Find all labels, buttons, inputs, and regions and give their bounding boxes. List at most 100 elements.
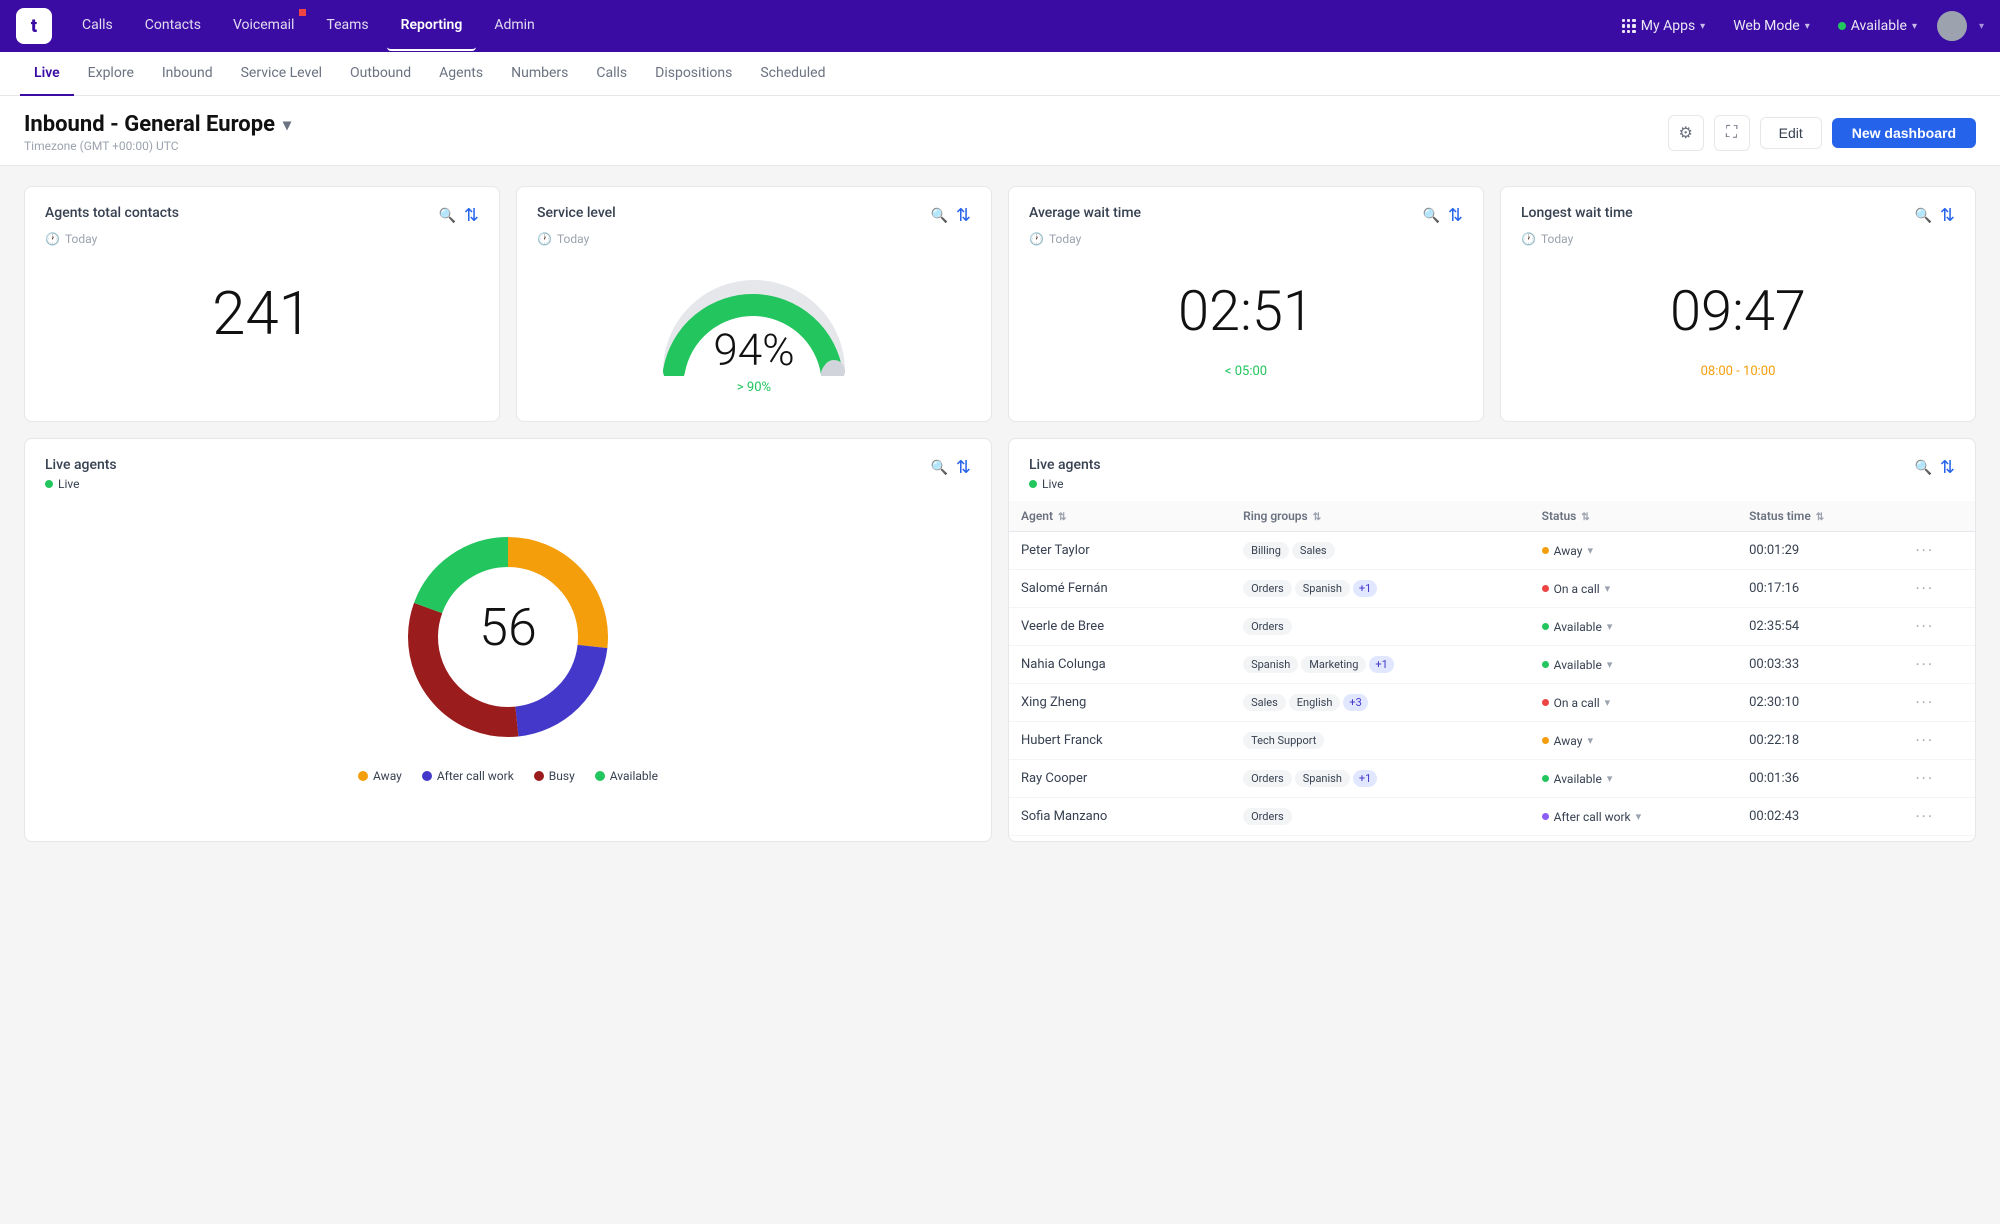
- service-level-card: Service level 🔍 ⇅ 🕐 Today: [516, 186, 992, 422]
- search-icon[interactable]: 🔍: [930, 208, 947, 224]
- status-cell[interactable]: On a call ▾: [1530, 570, 1737, 608]
- filter-icon[interactable]: ⇅: [464, 205, 479, 226]
- row-actions[interactable]: ···: [1904, 570, 1976, 608]
- status-pill[interactable]: After call work ▾: [1542, 810, 1725, 824]
- chevron-down-icon[interactable]: ▾: [1979, 21, 1984, 32]
- page-header: Inbound - General Europe ▾ Timezone (GMT…: [0, 96, 2000, 166]
- col-ring-groups[interactable]: Ring groups ⇅: [1231, 501, 1530, 532]
- nav-item-calls[interactable]: Calls: [68, 1, 127, 51]
- status-cell[interactable]: Available ▾: [1530, 608, 1737, 646]
- more-button[interactable]: ···: [1916, 541, 1935, 560]
- filter-icon[interactable]: ⇅: [956, 205, 971, 226]
- title-chevron-icon[interactable]: ▾: [283, 115, 291, 134]
- status-cell[interactable]: Away ▾: [1530, 722, 1737, 760]
- settings-button[interactable]: ⚙: [1668, 115, 1704, 151]
- nav-item-voicemail[interactable]: Voicemail: [219, 1, 308, 51]
- web-mode-button[interactable]: Web Mode ▾: [1725, 14, 1818, 38]
- table-scroll-area[interactable]: Agent ⇅ Ring groups ⇅ Status ⇅ Status ti…: [1009, 501, 1975, 841]
- subnav-calls[interactable]: Calls: [582, 52, 641, 96]
- filter-icon[interactable]: ⇅: [1448, 205, 1463, 226]
- chevron-down-icon[interactable]: ▾: [1607, 620, 1613, 633]
- live-dot: [1029, 480, 1037, 488]
- live-dot: [45, 480, 53, 488]
- chevron-down-icon[interactable]: ▾: [1607, 772, 1613, 785]
- legend-away: Away: [358, 769, 402, 783]
- search-icon[interactable]: 🔍: [1422, 208, 1439, 224]
- col-agent[interactable]: Agent ⇅: [1009, 501, 1231, 532]
- nav-item-reporting[interactable]: Reporting: [387, 1, 477, 51]
- edit-button[interactable]: Edit: [1760, 117, 1822, 149]
- col-status[interactable]: Status ⇅: [1530, 501, 1737, 532]
- card-icons: 🔍 ⇅: [930, 205, 971, 226]
- search-icon[interactable]: 🔍: [438, 208, 455, 224]
- bottom-row: Live agents Live 🔍 ⇅: [24, 438, 1976, 842]
- chevron-down-icon[interactable]: ▾: [1587, 544, 1593, 557]
- status-cell[interactable]: On a call ▾: [1530, 684, 1737, 722]
- status-cell[interactable]: On a call ▾: [1530, 836, 1737, 842]
- more-button[interactable]: ···: [1916, 617, 1935, 636]
- search-icon[interactable]: 🔍: [1914, 460, 1931, 476]
- nav-item-admin[interactable]: Admin: [480, 1, 548, 51]
- filter-icon[interactable]: ⇅: [956, 457, 971, 478]
- status-cell[interactable]: Away ▾: [1530, 532, 1737, 570]
- row-actions[interactable]: ···: [1904, 532, 1976, 570]
- row-actions[interactable]: ···: [1904, 646, 1976, 684]
- subnav-inbound[interactable]: Inbound: [148, 52, 227, 96]
- chevron-down-icon[interactable]: ▾: [1587, 734, 1593, 747]
- row-actions[interactable]: ···: [1904, 798, 1976, 836]
- status-cell[interactable]: After call work ▾: [1530, 798, 1737, 836]
- nav-item-teams[interactable]: Teams: [312, 1, 382, 51]
- search-icon[interactable]: 🔍: [930, 460, 947, 476]
- title-area: Inbound - General Europe ▾ Timezone (GMT…: [24, 112, 291, 153]
- row-actions[interactable]: ···: [1904, 608, 1976, 646]
- status-pill[interactable]: Available ▾: [1542, 658, 1725, 672]
- subnav-live[interactable]: Live: [20, 52, 74, 96]
- subnav-numbers[interactable]: Numbers: [497, 52, 582, 96]
- subnav-service-level[interactable]: Service Level: [227, 52, 336, 96]
- nav-item-contacts[interactable]: Contacts: [131, 1, 215, 51]
- more-button[interactable]: ···: [1916, 769, 1935, 788]
- chevron-down-icon[interactable]: ▾: [1607, 658, 1613, 671]
- more-button[interactable]: ···: [1916, 807, 1935, 826]
- ring-group-tag: Sales: [1243, 694, 1286, 711]
- subnav-explore[interactable]: Explore: [74, 52, 148, 96]
- fullscreen-button[interactable]: ⛶: [1714, 115, 1750, 151]
- subnav-scheduled[interactable]: Scheduled: [746, 52, 839, 96]
- chevron-down-icon[interactable]: ▾: [1605, 582, 1611, 595]
- col-status-time[interactable]: Status time ⇅: [1737, 501, 1903, 532]
- more-button[interactable]: ···: [1916, 655, 1935, 674]
- chevron-down-icon[interactable]: ▾: [1636, 810, 1642, 823]
- chevron-down-icon[interactable]: ▾: [1605, 696, 1611, 709]
- filter-icon[interactable]: ⇅: [1940, 205, 1955, 226]
- status-pill[interactable]: Available ▾: [1542, 620, 1725, 634]
- my-apps-button[interactable]: My Apps ▾: [1614, 14, 1713, 38]
- logo[interactable]: t: [16, 8, 52, 44]
- agents-total-card: Agents total contacts 🔍 ⇅ 🕐 Today 241: [24, 186, 500, 422]
- status-time: 00:01:29: [1737, 532, 1903, 570]
- avatar[interactable]: [1937, 11, 1967, 41]
- availability-button[interactable]: Available ▾: [1830, 14, 1925, 38]
- more-button[interactable]: ···: [1916, 731, 1935, 750]
- status-cell[interactable]: Available ▾: [1530, 646, 1737, 684]
- more-button[interactable]: ···: [1916, 693, 1935, 712]
- row-actions[interactable]: ···: [1904, 684, 1976, 722]
- ring-groups: OrdersSpanish+1: [1231, 570, 1530, 608]
- status-pill[interactable]: On a call ▾: [1542, 696, 1725, 710]
- subnav-agents[interactable]: Agents: [425, 52, 497, 96]
- status-pill[interactable]: On a call ▾: [1542, 582, 1725, 596]
- page-title: Inbound - General Europe ▾: [24, 112, 291, 137]
- status-pill[interactable]: Away ▾: [1542, 544, 1725, 558]
- subnav-dispositions[interactable]: Dispositions: [641, 52, 746, 96]
- row-actions[interactable]: ···: [1904, 836, 1976, 842]
- filter-icon[interactable]: ⇅: [1940, 457, 1955, 478]
- status-pill[interactable]: Away ▾: [1542, 734, 1725, 748]
- status-pill[interactable]: Available ▾: [1542, 772, 1725, 786]
- ring-group-tag: Spanish: [1295, 580, 1350, 597]
- status-cell[interactable]: Available ▾: [1530, 760, 1737, 798]
- new-dashboard-button[interactable]: New dashboard: [1832, 118, 1976, 148]
- more-button[interactable]: ···: [1916, 579, 1935, 598]
- subnav-outbound[interactable]: Outbound: [336, 52, 425, 96]
- search-icon[interactable]: 🔍: [1914, 208, 1931, 224]
- row-actions[interactable]: ···: [1904, 760, 1976, 798]
- row-actions[interactable]: ···: [1904, 722, 1976, 760]
